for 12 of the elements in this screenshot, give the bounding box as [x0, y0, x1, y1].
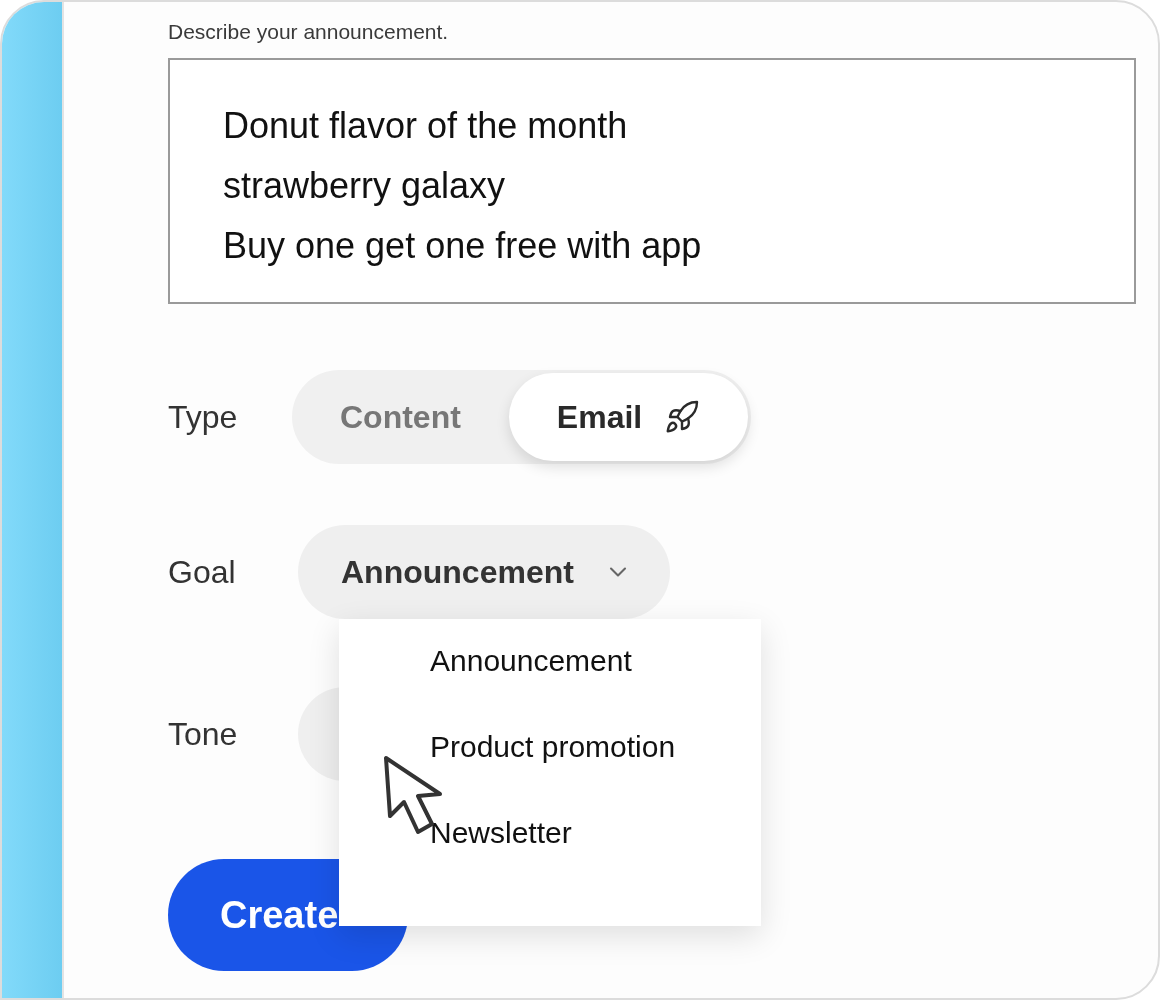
tone-label: Tone [168, 715, 239, 753]
type-option[interactable]: Email [508, 373, 749, 461]
type-option[interactable]: Content [292, 370, 509, 464]
menu-item[interactable]: Announcement [430, 643, 761, 679]
description-field[interactable]: Donut flavor of the month strawberry galaxy Buy one get one free with app [168, 58, 1136, 304]
goal-label: Goal [168, 553, 237, 591]
rocket-icon [664, 399, 701, 435]
goal-dropdown[interactable]: Announcement [298, 525, 670, 619]
menu-item[interactable]: Newsletter [430, 815, 761, 851]
type-label: Type [168, 398, 239, 436]
menu-item[interactable]: Product promotion [430, 729, 761, 765]
prompt-label: Describe your announcement. [168, 20, 450, 44]
